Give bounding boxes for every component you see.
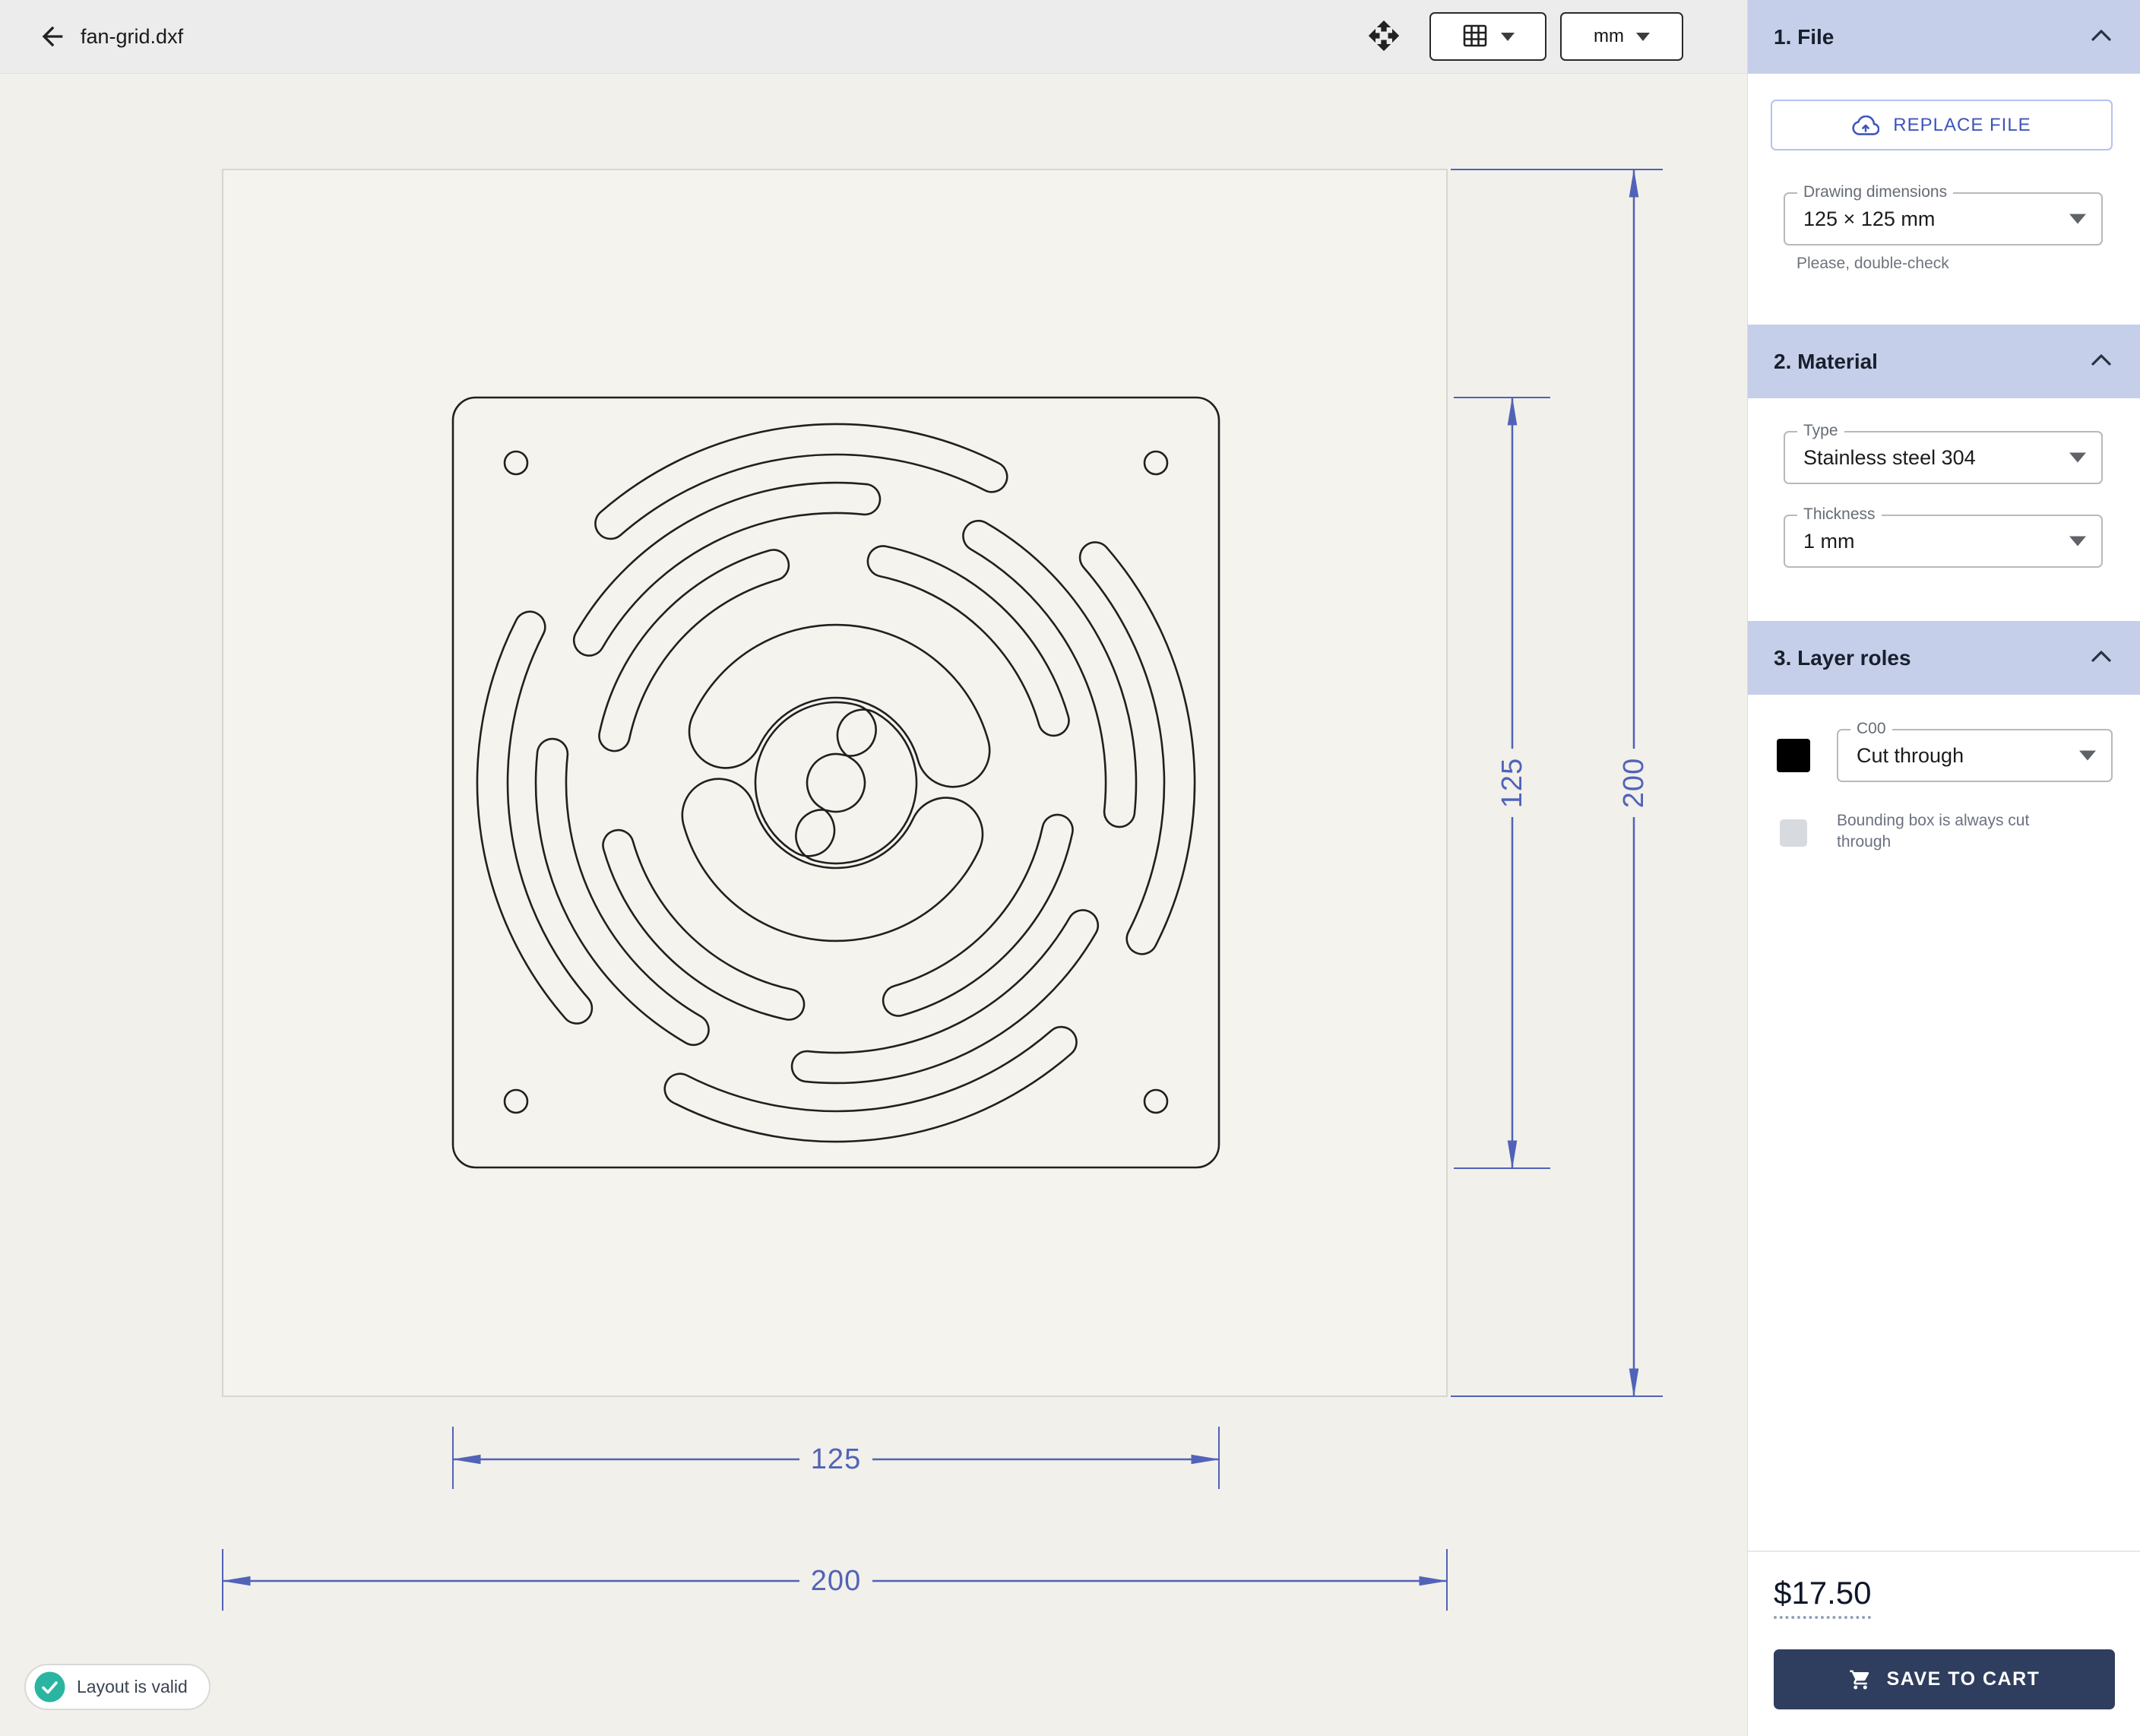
dimension-plate-height: 125 — [1454, 398, 1550, 1168]
dimension-plate-width: 125 — [453, 1427, 1219, 1489]
dimension-sheet-width: 200 — [223, 1549, 1447, 1611]
section-header-material[interactable]: 2. Material — [1748, 325, 2140, 398]
layer-color-swatch[interactable] — [1777, 739, 1810, 772]
price[interactable]: $17.50 — [1774, 1575, 1871, 1619]
replace-file-button[interactable]: REPLACE FILE — [1771, 100, 2113, 150]
section-header-layer-roles[interactable]: 3. Layer roles — [1748, 621, 2140, 695]
chevron-up-icon — [2091, 649, 2112, 667]
bounding-box-swatch — [1780, 819, 1807, 847]
dim-label: 125 — [1496, 758, 1528, 808]
section-header-file[interactable]: 1. File — [1748, 0, 2140, 74]
pan-tool-button[interactable] — [1360, 12, 1407, 61]
save-to-cart-label: SAVE TO CART — [1887, 1668, 2040, 1690]
field-label: Type — [1797, 422, 1844, 440]
section-title-material: 2. Material — [1774, 350, 1878, 374]
bounding-box-note: Bounding box is always cut through — [1837, 810, 2080, 854]
dim-label: 125 — [811, 1443, 861, 1475]
topbar: fan-grid.dxf mm — [0, 0, 1747, 74]
file-name: fan-grid.dxf — [81, 0, 183, 74]
app-root: fan-grid.dxf mm — [0, 0, 2140, 1736]
material-type-select[interactable]: Type Stainless steel 304 — [1784, 431, 2103, 484]
chevron-up-icon — [2091, 353, 2112, 370]
caret-down-icon — [2069, 537, 2086, 546]
dimensions-hint: Please, double-check — [1797, 255, 1949, 273]
back-arrow-icon — [37, 21, 68, 54]
section-title-layer-roles: 3. Layer roles — [1774, 646, 1911, 670]
dxf-preview: 125 200 125 200 — [0, 74, 1747, 1736]
upload-cloud-icon — [1852, 116, 1879, 135]
grid-icon — [1461, 22, 1489, 52]
layout-status-text: Layout is valid — [77, 1677, 188, 1697]
dim-label: 200 — [1618, 758, 1650, 808]
checkout-area: $17.50 SAVE TO CART — [1748, 1551, 2140, 1736]
drawing-canvas[interactable]: 125 200 125 200 — [0, 74, 1747, 1736]
settings-sidebar: 1. File REPLACE FILE Drawing dimensions … — [1747, 0, 2140, 1736]
units-label: mm — [1594, 26, 1624, 47]
layout-status-badge: Layout is valid — [24, 1664, 211, 1710]
units-menu-button[interactable]: mm — [1560, 12, 1683, 61]
caret-down-icon — [2079, 751, 2096, 761]
pan-move-icon — [1367, 19, 1401, 55]
field-label: Thickness — [1797, 505, 1882, 524]
caret-down-icon — [2069, 453, 2086, 463]
field-value: Stainless steel 304 — [1803, 446, 1976, 470]
layer-role-select[interactable]: C00 Cut through — [1837, 729, 2113, 782]
replace-file-label: REPLACE FILE — [1893, 115, 2031, 136]
check-icon — [34, 1671, 65, 1703]
caret-down-icon — [1501, 33, 1515, 41]
field-label: Drawing dimensions — [1797, 183, 1953, 201]
save-to-cart-button[interactable]: SAVE TO CART — [1774, 1649, 2115, 1709]
caret-down-icon — [1636, 33, 1650, 41]
caret-down-icon — [2069, 214, 2086, 224]
back-button[interactable] — [35, 20, 70, 55]
field-value: 1 mm — [1803, 530, 1855, 553]
sheet-outline — [223, 169, 1447, 1396]
section-title-file: 1. File — [1774, 25, 1834, 49]
dim-label: 200 — [811, 1565, 861, 1597]
thickness-select[interactable]: Thickness 1 mm — [1784, 515, 2103, 568]
field-label: C00 — [1850, 720, 1892, 738]
grid-menu-button[interactable] — [1429, 12, 1546, 61]
cart-icon — [1849, 1668, 1872, 1691]
dimension-sheet-height: 200 — [1451, 169, 1663, 1396]
field-value: 125 × 125 mm — [1803, 207, 1935, 231]
field-value: Cut through — [1857, 744, 1964, 768]
chevron-up-icon — [2091, 28, 2112, 46]
drawing-dimensions-select[interactable]: Drawing dimensions 125 × 125 mm — [1784, 192, 2103, 246]
